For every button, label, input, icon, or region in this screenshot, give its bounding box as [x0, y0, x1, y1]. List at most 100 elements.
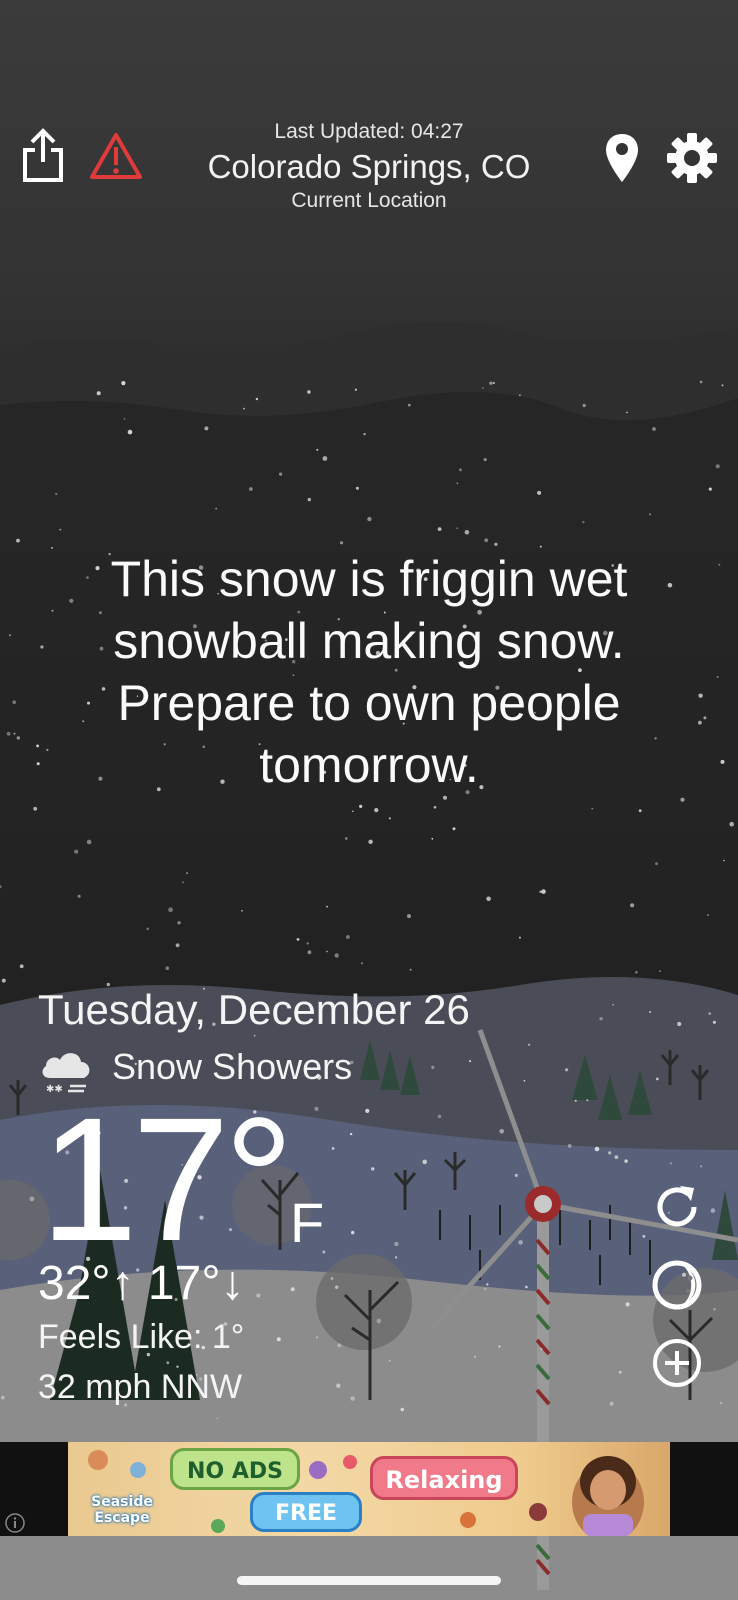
snowflake — [452, 827, 456, 831]
snowflake — [1, 978, 6, 983]
snowflake — [599, 1017, 603, 1021]
snowflake — [165, 966, 170, 970]
snowflake — [713, 1308, 716, 1311]
snowflake — [388, 817, 391, 820]
snowflake — [431, 1065, 435, 1069]
snowflake — [469, 1060, 472, 1063]
snowflake — [618, 1370, 622, 1374]
snowflake — [567, 1144, 572, 1148]
current-location-label: Current Location — [291, 189, 447, 212]
snowflake — [700, 1165, 703, 1168]
snowflake — [431, 837, 434, 840]
snowflake — [315, 1336, 319, 1339]
snowflake — [355, 486, 359, 490]
moon-phase-icon — [652, 1260, 702, 1310]
snowflake — [13, 732, 16, 735]
add-location-button[interactable] — [648, 1334, 706, 1392]
snowflake — [723, 859, 725, 862]
snowflake — [326, 950, 328, 953]
snowflake — [40, 645, 44, 649]
snowflake — [483, 458, 487, 462]
snowflake — [474, 1355, 476, 1358]
snowflake — [708, 487, 712, 491]
snowflake — [638, 809, 642, 813]
share-button[interactable] — [18, 124, 68, 188]
ad-relaxing-badge: Relaxing — [370, 1456, 518, 1500]
snowflake — [498, 1345, 501, 1348]
snowflake — [346, 935, 350, 939]
home-indicator[interactable] — [237, 1576, 501, 1585]
snowflake — [565, 1068, 569, 1072]
feels-like-temperature: Feels Like: 1° — [38, 1318, 245, 1356]
snowflake — [484, 1287, 487, 1291]
snowflake — [374, 808, 379, 813]
wind-speed: 32 mph NNW — [38, 1368, 243, 1406]
snowflake — [715, 464, 720, 469]
snowflake — [326, 905, 328, 908]
snowflake — [486, 1283, 489, 1286]
gear-icon — [667, 133, 717, 183]
weather-alert-button[interactable] — [88, 128, 144, 184]
snowflake — [707, 914, 709, 916]
ad-banner[interactable]: Seaside Escape NO ADS FREE Relaxing — [68, 1442, 670, 1536]
locations-button[interactable] — [600, 128, 644, 188]
snowflake — [243, 407, 245, 410]
snowflake — [363, 432, 366, 436]
snowflake — [659, 970, 661, 973]
snowflake — [719, 1401, 723, 1405]
snowflake — [537, 490, 542, 495]
snowflake — [175, 943, 180, 948]
snowflake — [729, 821, 734, 827]
last-updated-label: Last Updated: 04:27 — [274, 120, 464, 143]
snowflake — [77, 894, 81, 898]
snowflake — [166, 1361, 170, 1365]
warning-triangle-icon — [90, 133, 142, 179]
moon-phase-button[interactable] — [648, 1256, 706, 1314]
snowflake — [459, 468, 462, 472]
snowflake — [612, 1004, 614, 1006]
snowflake — [6, 731, 11, 736]
snowflake — [376, 1318, 382, 1324]
snowflake — [241, 909, 243, 912]
snowflake — [307, 390, 311, 394]
city-name[interactable]: Colorado Springs, CO — [170, 146, 568, 188]
ad-info-icon[interactable] — [4, 1512, 26, 1534]
snowflake — [335, 1285, 339, 1289]
snowflake — [541, 889, 546, 894]
snowflake — [703, 716, 707, 720]
snowflake — [409, 968, 412, 971]
snowflake — [337, 1343, 342, 1348]
snowflake — [19, 964, 24, 969]
snowflake — [698, 720, 702, 725]
snowflake — [540, 1348, 543, 1350]
snowflake — [625, 1302, 630, 1307]
snowflake — [710, 1208, 716, 1213]
snowflake — [249, 487, 253, 491]
snowflake — [456, 482, 459, 485]
snowflake — [349, 1132, 353, 1136]
snowflake — [336, 1383, 341, 1388]
snowflake — [55, 492, 58, 495]
snowflake — [306, 942, 309, 945]
snowflake — [8, 634, 11, 637]
snowflake — [721, 384, 724, 387]
snowflake — [525, 1285, 528, 1289]
refresh-button[interactable] — [648, 1178, 706, 1236]
snowflake — [494, 542, 498, 546]
snowflake — [314, 1106, 319, 1111]
snowflake — [16, 736, 20, 740]
ad-free-badge: FREE — [250, 1492, 362, 1532]
location-header[interactable]: Last Updated: 04:27 Colorado Springs, CO… — [170, 118, 568, 214]
snowflake — [365, 1108, 370, 1113]
snowflake — [400, 1407, 405, 1412]
snowflake — [486, 896, 491, 902]
snowflake — [394, 1241, 399, 1247]
temperature-unit[interactable]: F — [290, 1190, 324, 1255]
snowflake — [296, 938, 300, 941]
snowflake — [123, 418, 126, 420]
settings-button[interactable] — [664, 130, 720, 186]
snowflake — [368, 839, 373, 844]
snowflake — [437, 1114, 442, 1119]
snowflake — [307, 950, 312, 955]
snowflake — [177, 921, 181, 925]
